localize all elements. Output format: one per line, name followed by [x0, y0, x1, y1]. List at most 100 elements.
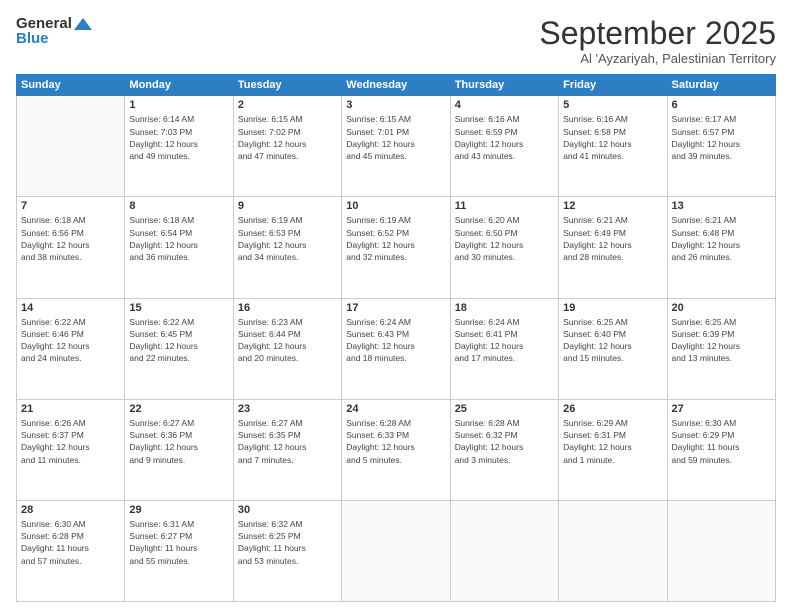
- calendar-cell: [450, 500, 558, 601]
- day-number: 20: [672, 302, 771, 314]
- calendar-cell: 8 Sunrise: 6:18 AM Sunset: 6:54 PM Daylig…: [125, 197, 233, 298]
- calendar-cell: 29 Sunrise: 6:31 AM Sunset: 6:27 PM Dayli…: [125, 500, 233, 601]
- day-number: 2: [238, 99, 337, 111]
- calendar-cell: 15 Sunrise: 6:22 AM Sunset: 6:45 PM Dayli…: [125, 298, 233, 399]
- day-info: Sunrise: 6:28 AM Sunset: 6:32 PM Dayligh…: [455, 417, 554, 466]
- calendar-cell: [17, 96, 125, 197]
- day-number: 5: [563, 99, 662, 111]
- day-number: 17: [346, 302, 445, 314]
- day-info: Sunrise: 6:24 AM Sunset: 6:41 PM Dayligh…: [455, 316, 554, 365]
- calendar-day-header: Wednesday: [342, 75, 450, 96]
- day-number: 15: [129, 302, 228, 314]
- day-number: 27: [672, 403, 771, 415]
- calendar-cell: 28Sunrise: 6:30 AM Sunset: 6:28 PM Dayli…: [17, 500, 125, 601]
- calendar-cell: 30 Sunrise: 6:32 AM Sunset: 6:25 PM Dayli…: [233, 500, 341, 601]
- calendar-cell: 16Sunrise: 6:23 AM Sunset: 6:44 PM Dayli…: [233, 298, 341, 399]
- day-number: 30: [238, 504, 337, 516]
- calendar-cell: [559, 500, 667, 601]
- calendar-cell: 7 Sunrise: 6:18 AM Sunset: 6:56 PM Daylig…: [17, 197, 125, 298]
- day-number: 28: [21, 504, 120, 516]
- header: General Blue September 2025 Al 'Ayzariya…: [16, 16, 776, 66]
- day-number: 4: [455, 99, 554, 111]
- day-info: Sunrise: 6:27 AM Sunset: 6:36 PM Dayligh…: [129, 417, 228, 466]
- calendar-week-row: 1 Sunrise: 6:14 AM Sunset: 7:03 PM Daylig…: [17, 96, 776, 197]
- day-info: Sunrise: 6:23 AM Sunset: 6:44 PM Dayligh…: [238, 316, 337, 365]
- calendar-week-row: 14Sunrise: 6:22 AM Sunset: 6:46 PM Dayli…: [17, 298, 776, 399]
- day-info: Sunrise: 6:26 AM Sunset: 6:37 PM Dayligh…: [21, 417, 120, 466]
- calendar-cell: 3 Sunrise: 6:15 AM Sunset: 7:01 PM Daylig…: [342, 96, 450, 197]
- calendar-day-header: Friday: [559, 75, 667, 96]
- calendar-week-row: 7 Sunrise: 6:18 AM Sunset: 6:56 PM Daylig…: [17, 197, 776, 298]
- day-info: Sunrise: 6:24 AM Sunset: 6:43 PM Dayligh…: [346, 316, 445, 365]
- calendar-cell: 4 Sunrise: 6:16 AM Sunset: 6:59 PM Daylig…: [450, 96, 558, 197]
- day-info: Sunrise: 6:16 AM Sunset: 6:59 PM Dayligh…: [455, 113, 554, 162]
- calendar-cell: 2 Sunrise: 6:15 AM Sunset: 7:02 PM Daylig…: [233, 96, 341, 197]
- day-number: 1: [129, 99, 228, 111]
- calendar-cell: 1 Sunrise: 6:14 AM Sunset: 7:03 PM Daylig…: [125, 96, 233, 197]
- calendar-cell: 24Sunrise: 6:28 AM Sunset: 6:33 PM Dayli…: [342, 399, 450, 500]
- day-number: 3: [346, 99, 445, 111]
- calendar-cell: 23 Sunrise: 6:27 AM Sunset: 6:35 PM Dayli…: [233, 399, 341, 500]
- calendar-header-row: SundayMondayTuesdayWednesdayThursdayFrid…: [17, 75, 776, 96]
- subtitle: Al 'Ayzariyah, Palestinian Territory: [539, 51, 776, 66]
- calendar-week-row: 21Sunrise: 6:26 AM Sunset: 6:37 PM Dayli…: [17, 399, 776, 500]
- calendar-cell: 18 Sunrise: 6:24 AM Sunset: 6:41 PM Dayli…: [450, 298, 558, 399]
- day-info: Sunrise: 6:14 AM Sunset: 7:03 PM Dayligh…: [129, 113, 228, 162]
- day-info: Sunrise: 6:25 AM Sunset: 6:39 PM Dayligh…: [672, 316, 771, 365]
- day-info: Sunrise: 6:31 AM Sunset: 6:27 PM Dayligh…: [129, 518, 228, 567]
- day-info: Sunrise: 6:21 AM Sunset: 6:49 PM Dayligh…: [563, 214, 662, 263]
- day-info: Sunrise: 6:18 AM Sunset: 6:54 PM Dayligh…: [129, 214, 228, 263]
- month-title: September 2025: [539, 16, 776, 51]
- calendar-day-header: Saturday: [667, 75, 775, 96]
- calendar-cell: 12 Sunrise: 6:21 AM Sunset: 6:49 PM Dayli…: [559, 197, 667, 298]
- day-info: Sunrise: 6:20 AM Sunset: 6:50 PM Dayligh…: [455, 214, 554, 263]
- calendar-day-header: Monday: [125, 75, 233, 96]
- day-number: 11: [455, 200, 554, 212]
- calendar-day-header: Sunday: [17, 75, 125, 96]
- calendar-cell: 11 Sunrise: 6:20 AM Sunset: 6:50 PM Dayli…: [450, 197, 558, 298]
- calendar-cell: 13Sunrise: 6:21 AM Sunset: 6:48 PM Dayli…: [667, 197, 775, 298]
- day-info: Sunrise: 6:18 AM Sunset: 6:56 PM Dayligh…: [21, 214, 120, 263]
- logo-icon: [74, 18, 92, 30]
- day-number: 10: [346, 200, 445, 212]
- day-number: 8: [129, 200, 228, 212]
- day-info: Sunrise: 6:32 AM Sunset: 6:25 PM Dayligh…: [238, 518, 337, 567]
- day-number: 29: [129, 504, 228, 516]
- calendar-cell: [342, 500, 450, 601]
- calendar-day-header: Thursday: [450, 75, 558, 96]
- calendar-cell: 22Sunrise: 6:27 AM Sunset: 6:36 PM Dayli…: [125, 399, 233, 500]
- day-number: 12: [563, 200, 662, 212]
- day-info: Sunrise: 6:17 AM Sunset: 6:57 PM Dayligh…: [672, 113, 771, 162]
- day-info: Sunrise: 6:30 AM Sunset: 6:29 PM Dayligh…: [672, 417, 771, 466]
- day-number: 13: [672, 200, 771, 212]
- calendar-cell: 20 Sunrise: 6:25 AM Sunset: 6:39 PM Dayli…: [667, 298, 775, 399]
- calendar-table: SundayMondayTuesdayWednesdayThursdayFrid…: [16, 74, 776, 602]
- calendar-cell: 19 Sunrise: 6:25 AM Sunset: 6:40 PM Dayli…: [559, 298, 667, 399]
- logo-blue: Blue: [16, 31, 49, 48]
- calendar-cell: 5 Sunrise: 6:16 AM Sunset: 6:58 PM Daylig…: [559, 96, 667, 197]
- day-number: 7: [21, 200, 120, 212]
- day-number: 18: [455, 302, 554, 314]
- day-info: Sunrise: 6:19 AM Sunset: 6:52 PM Dayligh…: [346, 214, 445, 263]
- calendar-cell: 14Sunrise: 6:22 AM Sunset: 6:46 PM Dayli…: [17, 298, 125, 399]
- calendar-cell: [667, 500, 775, 601]
- day-info: Sunrise: 6:16 AM Sunset: 6:58 PM Dayligh…: [563, 113, 662, 162]
- day-number: 14: [21, 302, 120, 314]
- day-number: 19: [563, 302, 662, 314]
- day-number: 25: [455, 403, 554, 415]
- day-info: Sunrise: 6:25 AM Sunset: 6:40 PM Dayligh…: [563, 316, 662, 365]
- day-info: Sunrise: 6:15 AM Sunset: 7:02 PM Dayligh…: [238, 113, 337, 162]
- calendar-cell: 10 Sunrise: 6:19 AM Sunset: 6:52 PM Dayli…: [342, 197, 450, 298]
- day-number: 23: [238, 403, 337, 415]
- calendar-day-header: Tuesday: [233, 75, 341, 96]
- day-info: Sunrise: 6:15 AM Sunset: 7:01 PM Dayligh…: [346, 113, 445, 162]
- calendar-cell: 27 Sunrise: 6:30 AM Sunset: 6:29 PM Dayli…: [667, 399, 775, 500]
- day-info: Sunrise: 6:29 AM Sunset: 6:31 PM Dayligh…: [563, 417, 662, 466]
- calendar-cell: 26Sunrise: 6:29 AM Sunset: 6:31 PM Dayli…: [559, 399, 667, 500]
- day-info: Sunrise: 6:22 AM Sunset: 6:45 PM Dayligh…: [129, 316, 228, 365]
- calendar-cell: 9Sunrise: 6:19 AM Sunset: 6:53 PM Daylig…: [233, 197, 341, 298]
- calendar-week-row: 28Sunrise: 6:30 AM Sunset: 6:28 PM Dayli…: [17, 500, 776, 601]
- title-area: September 2025 Al 'Ayzariyah, Palestinia…: [539, 16, 776, 66]
- day-info: Sunrise: 6:27 AM Sunset: 6:35 PM Dayligh…: [238, 417, 337, 466]
- day-number: 24: [346, 403, 445, 415]
